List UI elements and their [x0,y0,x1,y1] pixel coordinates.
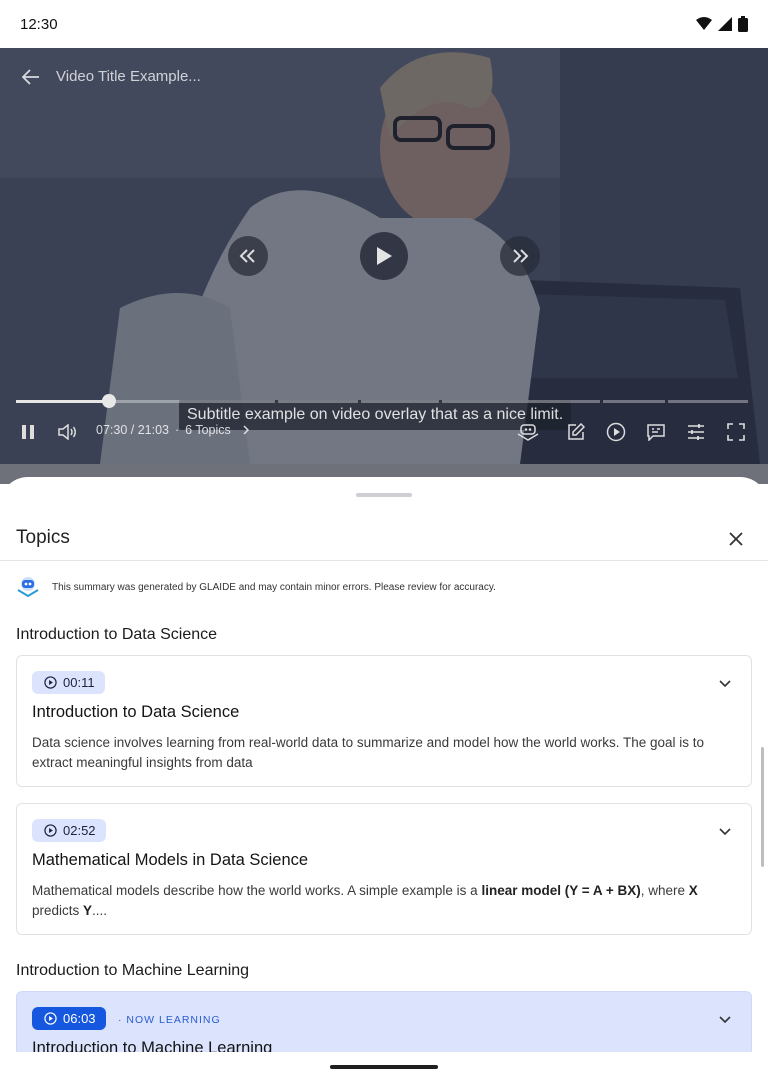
video-controls: 07:30 / 21:03 · 6 Topics [0,420,768,444]
pause-button[interactable] [16,420,40,444]
topic-card-now-learning[interactable]: 06:03 · NOW LEARNING Introduction to Mac… [16,991,752,1052]
section-title: Introduction to Machine Learning [16,962,250,979]
fast-forward-icon [513,249,529,263]
progress-segment [109,400,275,403]
back-arrow-icon[interactable] [22,68,40,85]
status-icons [696,16,748,32]
sheet-title: Topics [16,527,70,548]
battery-icon [738,16,748,32]
robot-icon [517,424,539,441]
play-icon [377,247,392,265]
rewind-button[interactable] [228,236,268,276]
video-player[interactable]: Video Title Example... Subtitle example … [0,48,768,464]
chevron-down-icon[interactable] [717,676,733,692]
progress-segment [442,400,600,403]
topic-card[interactable]: 00:11 Introduction to Data Science Data … [16,655,752,787]
wifi-icon [696,17,712,30]
status-time: 12:30 [20,15,58,33]
disclaimer-text: This summary was generated by GLAIDE and… [52,581,496,593]
volume-button[interactable] [56,420,80,444]
settings-button[interactable] [684,420,708,444]
chevron-down-icon[interactable] [717,824,733,840]
play-circle-icon [44,676,57,689]
play-button[interactable] [360,232,408,280]
playback-button[interactable] [604,420,628,444]
signal-icon [718,17,732,31]
card-title: Introduction to Machine Learning [32,1039,273,1052]
close-icon [729,532,743,546]
progress-segment [278,400,358,403]
card-body: Data science involves learning from real… [32,735,705,770]
chevron-right-icon [243,425,249,435]
now-learning-badge: · NOW LEARNING [118,1014,221,1026]
scrollbar[interactable] [761,747,764,867]
captions-icon [647,424,665,441]
video-title: Video Title Example... [56,68,201,85]
notes-button[interactable] [564,420,588,444]
ai-disclaimer: This summary was generated by GLAIDE and… [16,575,496,599]
rewind-icon [239,249,255,263]
system-nav-bar [0,1052,768,1080]
edit-icon [568,423,585,440]
body-text: .... [92,903,108,918]
glaide-robot-icon [17,577,39,598]
body-text: Mathematical models describe how the wor… [32,883,482,898]
progress-bar[interactable] [16,394,748,408]
progress-thumb[interactable] [102,394,116,408]
fullscreen-icon [727,423,745,441]
body-text: predicts [32,903,84,918]
chevron-down-icon[interactable] [717,1012,733,1028]
time-topics-row[interactable]: 07:30 / 21:03 · 6 Topics [96,423,251,437]
body-emphasis: X [688,883,698,898]
time-display: 07:30 / 21:03 [96,423,169,437]
timestamp-label: 06:03 [63,1011,96,1026]
close-button[interactable] [726,529,746,549]
play-circle-icon [44,1012,57,1025]
drag-handle[interactable] [356,493,412,497]
pause-icon [22,425,34,439]
topic-card[interactable]: 02:52 Mathematical Models in Data Scienc… [16,803,752,935]
sheet-header: Topics [0,521,768,561]
progress-segment [361,400,439,403]
volume-icon [58,424,76,440]
progress-segment [668,400,748,403]
card-body: Mathematical models describe how the wor… [32,881,737,921]
status-bar: 12:30 [0,0,768,48]
fullscreen-button[interactable] [724,420,748,444]
body-emphasis: Y [83,903,93,918]
separator-dot: · [174,423,180,437]
sliders-icon [688,424,704,440]
play-circle-icon [44,824,57,837]
timestamp-label: 00:11 [63,675,95,690]
play-circle-icon [606,422,626,442]
topics-count: 6 Topics [185,423,231,437]
timestamp-label: 02:52 [63,823,96,838]
forward-button[interactable] [500,236,540,276]
home-gesture-bar[interactable] [330,1065,438,1069]
body-emphasis: linear model (Y = A + BX) [481,883,641,898]
section-title: Introduction to Data Science [16,626,218,643]
captions-button[interactable] [644,420,668,444]
body-text: , where [640,883,689,898]
ai-assistant-button[interactable] [516,420,540,444]
card-title: Introduction to Data Science [32,703,240,721]
timestamp-pill[interactable]: 06:03 [32,1007,106,1030]
timestamp-pill[interactable]: 00:11 [32,671,105,694]
card-title: Mathematical Models in Data Science [32,851,309,869]
progress-segment [603,400,665,403]
timestamp-pill[interactable]: 02:52 [32,819,106,842]
topics-sheet: Topics This summary was generated by GLA… [0,477,768,1052]
progress-played [16,400,109,403]
video-header: Video Title Example... [22,68,201,85]
